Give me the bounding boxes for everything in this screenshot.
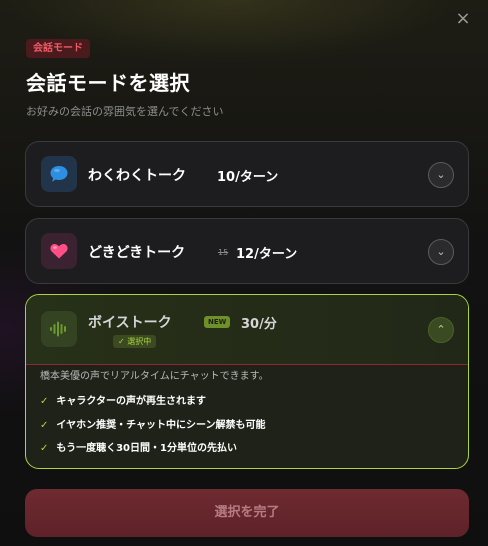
original-rate: 15: [218, 248, 229, 257]
option-card-wakuwaku[interactable]: わくわくトーク 10/ターン ⌄: [25, 141, 469, 207]
check-icon: ✓: [40, 443, 49, 454]
new-badge: NEW: [204, 316, 231, 328]
option-rate: 12/ターン: [236, 247, 298, 262]
chevron-down-icon[interactable]: ⌄: [428, 162, 454, 188]
feature-item: ✓ キャラクターの声が再生されます: [40, 392, 206, 407]
feature-text: もう一度聴く30日間・1分単位の先払い: [56, 443, 237, 454]
sound-wave-icon: [41, 311, 77, 347]
option-name: わくわくトーク: [88, 168, 186, 184]
speech-bubble-icon: [41, 156, 77, 192]
option-rate: 10/ターン: [217, 170, 279, 185]
confirm-selection-button[interactable]: 選択を完了: [25, 489, 469, 537]
mode-select-modal: × 会話モード 会話モードを選択 お好みの会話の雰囲気を選んでください わくわく…: [0, 0, 488, 546]
option-name: ボイストーク: [88, 315, 172, 331]
feature-item: ✓ イヤホン推奨・チャット中にシーン解禁も可能: [40, 416, 266, 431]
check-icon: ✓: [40, 420, 49, 431]
chevron-down-icon[interactable]: ⌄: [428, 239, 454, 265]
option-description: 橋本美優の声でリアルタイムにチャットできます。: [40, 371, 269, 382]
modal-title: 会話モードを選択: [26, 71, 190, 95]
modal-subtitle: お好みの会話の雰囲気を選んでください: [26, 105, 224, 118]
chevron-up-icon[interactable]: ⌃: [428, 317, 454, 343]
check-icon: ✓: [40, 396, 49, 407]
feature-text: イヤホン推奨・チャット中にシーン解禁も可能: [56, 420, 266, 431]
option-header[interactable]: ボイストーク NEW 30/分 ✓ 選択中 ⌃: [26, 295, 468, 365]
option-card-dokidoki[interactable]: どきどきトーク 15 12/ターン ⌄: [25, 218, 469, 284]
feature-item: ✓ もう一度聴く30日間・1分単位の先払い: [40, 439, 237, 454]
option-rate: 30/分: [241, 317, 277, 332]
mode-tag: 会話モード: [26, 39, 90, 58]
selected-status-chip: ✓ 選択中: [113, 335, 157, 348]
option-card-voice[interactable]: ボイストーク NEW 30/分 ✓ 選択中 ⌃ 橋本美優の声でリアルタイムにチャ…: [25, 294, 469, 469]
feature-text: キャラクターの声が再生されます: [56, 396, 206, 407]
option-name: どきどきトーク: [88, 245, 186, 261]
heart-icon: [41, 233, 77, 269]
close-icon[interactable]: ×: [452, 8, 474, 30]
